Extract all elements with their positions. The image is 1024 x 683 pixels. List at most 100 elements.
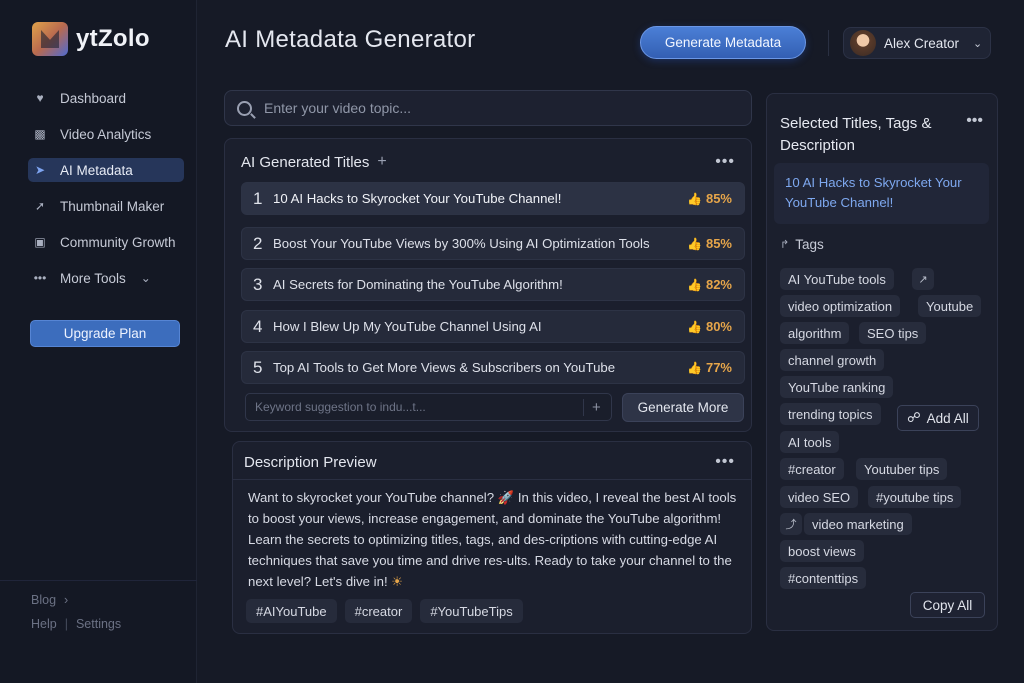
add-all-button[interactable]: ☍ Add All: [897, 405, 979, 431]
sidebar-item-video-analytics[interactable]: ▩ Video Analytics: [28, 122, 184, 146]
generate-metadata-button[interactable]: Generate Metadata: [640, 26, 806, 59]
title-option[interactable]: 5 Top AI Tools to Get More Views & Subsc…: [241, 351, 745, 384]
thumbs-up-icon: 👍: [687, 191, 702, 206]
tag-chip[interactable]: video optimization: [780, 295, 901, 317]
card-header: AI Generated Titles +: [241, 153, 387, 171]
tag-chip[interactable]: video marketing: [804, 513, 912, 535]
selected-title[interactable]: 10 AI Hacks to Skyrocket Your YouTube Ch…: [774, 163, 989, 224]
sidebar-item-ai-metadata[interactable]: ➤ AI Metadata: [28, 158, 184, 182]
rocket-icon: ➚: [34, 199, 46, 213]
thumbs-up-icon: 👍: [687, 277, 702, 292]
tag-chip[interactable]: channel growth: [780, 349, 885, 371]
more-options-icon[interactable]: •••: [966, 112, 983, 130]
chevron-down-icon: ⌄: [973, 37, 983, 50]
title-option[interactable]: 3 AI Secrets for Dominating the YouTube …: [241, 268, 745, 301]
tag-chip[interactable]: trending topics: [780, 403, 881, 425]
thumbs-up-icon: 👍: [687, 319, 702, 334]
generate-more-button[interactable]: Generate More: [622, 393, 744, 422]
thumbs-up-icon: 👍: [687, 236, 702, 251]
tag-chip[interactable]: AI tools: [780, 431, 840, 453]
chevron-right-icon: ›: [64, 593, 69, 607]
user-menu[interactable]: Alex Creator ⌄: [843, 27, 991, 59]
upgrade-plan-button[interactable]: Upgrade Plan: [30, 320, 180, 347]
title-text: 10 AI Hacks to Skyrocket Your YouTube Ch…: [273, 191, 562, 206]
tag-chip[interactable]: algorithm: [780, 322, 850, 344]
logo-icon: [32, 22, 68, 56]
sidebar: ytZolo ♥ Dashboard ▩ Video Analytics ➤ A…: [0, 0, 197, 683]
tag-chip[interactable]: SEO tips: [859, 322, 927, 344]
hashtag-chip[interactable]: #AIYouTube: [246, 599, 337, 623]
search-input[interactable]: [264, 100, 724, 116]
hashtag-chip[interactable]: #YouTubeTips: [420, 599, 523, 623]
app-logo[interactable]: ytZolo: [32, 22, 150, 56]
card-title: Description Preview: [244, 454, 377, 471]
title-text: Top AI Tools to Get More Views & Subscri…: [273, 360, 616, 375]
sidebar-item-label: Video Analytics: [60, 126, 152, 142]
panel-title: Selected Titles, Tags & Description: [780, 115, 932, 154]
copy-all-button[interactable]: Copy All: [910, 592, 985, 618]
sidebar-item-dashboard[interactable]: ♥ Dashboard: [28, 86, 184, 110]
tag-icon: ↱: [780, 239, 790, 251]
tag-chip[interactable]: video SEO: [780, 486, 859, 508]
title-option[interactable]: 1 10 AI Hacks to Skyrocket Your YouTube …: [241, 182, 745, 215]
thumbs-up-icon: 👍: [687, 360, 702, 375]
title-score: 👍 82%: [687, 277, 744, 292]
add-keyword-icon[interactable]: +: [583, 398, 601, 416]
sidebar-footer: Blog › Help | Settings: [0, 580, 197, 653]
score-value: 80%: [705, 319, 732, 334]
tag-chip[interactable]: boost views: [780, 540, 864, 562]
help-link[interactable]: Help: [31, 617, 57, 631]
sidebar-item-thumbnail-maker[interactable]: ➚ Thumbnail Maker: [28, 194, 184, 218]
chevron-down-icon: ⌄: [140, 271, 151, 285]
more-dots-icon: •••: [33, 271, 47, 285]
bar-chart-icon: ▩: [34, 127, 46, 141]
title-number: 2: [253, 233, 263, 253]
sidebar-item-more-tools[interactable]: ••• More Tools ⌄: [28, 266, 184, 290]
sidebar-item-community-growth[interactable]: ▣ Community Growth: [28, 230, 184, 254]
title-option[interactable]: 2 Boost Your YouTube Views by 300% Using…: [241, 227, 745, 260]
title-score: 👍 85%: [687, 236, 744, 251]
sidebar-item-label: Community Growth: [60, 234, 176, 250]
paper-plane-icon: ➤: [34, 163, 46, 177]
keyword-input[interactable]: [255, 400, 583, 414]
description-text[interactable]: Want to skyrocket your YouTube channel? …: [248, 487, 743, 592]
sidebar-nav: ♥ Dashboard ▩ Video Analytics ➤ AI Metad…: [28, 86, 184, 302]
score-value: 82%: [705, 277, 732, 292]
rocket-emoji: 🚀: [497, 490, 515, 505]
share-icon[interactable]: ⤴: [780, 513, 802, 535]
tag-chip[interactable]: #youtube tips: [868, 486, 962, 508]
more-options-icon[interactable]: •••: [715, 453, 735, 471]
app-name: ytZolo: [76, 25, 150, 52]
title-text: Boost Your YouTube Views by 300% Using A…: [273, 236, 650, 251]
description-preview-card: Description Preview ••• Want to skyrocke…: [232, 441, 752, 634]
sidebar-item-label: Dashboard: [60, 90, 127, 106]
tag-chip[interactable]: YouTube ranking: [780, 376, 894, 398]
title-text: AI Secrets for Dominating the YouTube Al…: [273, 277, 563, 292]
settings-link[interactable]: Settings: [76, 617, 121, 631]
tags-label: Tags: [795, 237, 824, 252]
tag-chip[interactable]: #contenttips: [780, 567, 867, 589]
selected-metadata-panel: Selected Titles, Tags & Description ••• …: [766, 93, 998, 631]
tag-chip[interactable]: Youtuber tips: [856, 458, 948, 480]
sidebar-item-label: More Tools: [60, 270, 126, 286]
tag-chip[interactable]: AI YouTube tools: [780, 268, 894, 290]
more-options-icon[interactable]: •••: [715, 153, 735, 171]
blog-link[interactable]: Blog: [31, 593, 56, 607]
sidebar-item-label: Thumbnail Maker: [60, 198, 165, 214]
sidebar-item-label: AI Metadata: [60, 162, 133, 178]
divider: |: [64, 617, 68, 631]
monitor-icon: ▣: [34, 235, 46, 249]
divider: [828, 30, 829, 56]
title-number: 3: [253, 274, 263, 294]
add-icon[interactable]: +: [377, 153, 386, 171]
card-title: AI Generated Titles: [241, 153, 370, 171]
title-option[interactable]: 4 How I Blew Up My YouTube Channel Using…: [241, 310, 745, 343]
tag-chip[interactable]: Youtube: [918, 295, 982, 317]
title-text: How I Blew Up My YouTube Channel Using A…: [273, 319, 542, 334]
tag-chip[interactable]: #creator: [780, 458, 844, 480]
hashtag-chip[interactable]: #creator: [344, 599, 413, 623]
tags-heading: ↱ Tags: [780, 237, 824, 252]
page-title: AI Metadata Generator: [225, 26, 476, 53]
heart-shield-icon: ♥: [36, 91, 44, 105]
external-link-icon[interactable]: ↗: [912, 268, 934, 290]
